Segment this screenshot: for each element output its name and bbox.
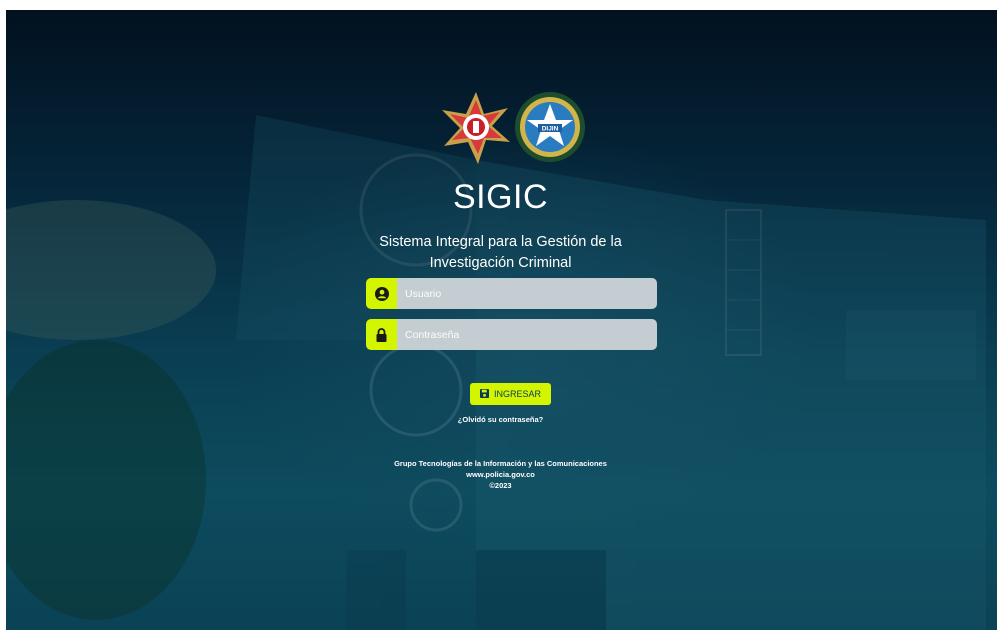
footer-website-link[interactable]: www.policia.gov.co [6,469,997,480]
footer-copyright: ©2023 [489,481,512,490]
username-field [366,278,657,309]
login-screen: DIJIN SIGIC Sistema Integral para la Ges… [6,10,997,630]
logos: DIJIN [442,92,585,164]
app-subtitle: Sistema Integral para la Gestión de la I… [6,232,997,274]
login-panel: DIJIN SIGIC Sistema Integral para la Ges… [6,10,997,630]
footer: Grupo Tecnologías de la Información y la… [6,458,997,491]
login-button-label: INGRESAR [493,389,541,399]
app-title: SIGIC [452,178,549,216]
forgot-password-link[interactable]: ¿Olvidó su contraseña? [6,415,997,424]
password-field [366,319,657,350]
login-button[interactable]: INGRESAR [470,383,551,405]
app-subtitle-line-2: Investigación Criminal [429,255,572,271]
dijin-logo-text: DIJIN [542,126,559,133]
app-subtitle-line-1: Sistema Integral para la Gestión de la [379,234,622,250]
user-circle-icon [366,278,397,309]
username-input[interactable] [397,278,657,309]
dijin-logo-icon: DIJIN [515,92,585,162]
police-star-logo-icon [442,92,510,164]
save-icon [479,388,489,400]
lock-icon [366,319,397,350]
password-input[interactable] [397,319,657,350]
footer-organization: Grupo Tecnologías de la Información y la… [394,459,607,468]
